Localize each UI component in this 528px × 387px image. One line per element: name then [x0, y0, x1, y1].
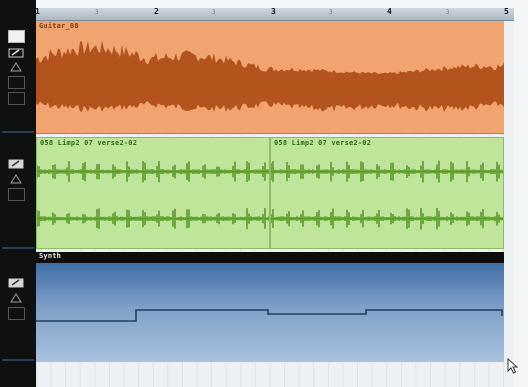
track-select-square-icon[interactable] [8, 30, 25, 43]
track-toggle-square-icon[interactable] [7, 60, 26, 74]
arrange-window: 1 3 2 3 3 3 4 3 5 Guitar_08 058 Limp2 07… [0, 0, 528, 387]
track-separator [2, 247, 34, 249]
track-edit-icon[interactable] [7, 46, 26, 60]
track-toggle-square-icon[interactable] [8, 76, 25, 89]
track-edit-icon[interactable] [7, 276, 26, 290]
track-toggle-square-icon[interactable] [7, 172, 26, 186]
track-toggle-square-icon[interactable] [8, 188, 25, 201]
mouse-cursor-icon [507, 358, 519, 374]
track-header-footer [0, 366, 36, 387]
track-edit-icon[interactable] [7, 157, 26, 171]
track-separator [2, 131, 34, 133]
synth-automation-line [36, 309, 503, 322]
guitar-waveform [36, 40, 504, 112]
track-toggle-square-icon[interactable] [8, 92, 25, 105]
track-separator [2, 359, 34, 361]
loop-waveform [37, 161, 269, 230]
audio-clip-loop-1[interactable]: 058 Limp2 07 verse2-02 [36, 137, 270, 249]
track-toggle-square-icon[interactable] [7, 291, 26, 305]
ruler-bar-number: 4 [387, 7, 392, 16]
track-toggle-square-icon[interactable] [8, 307, 25, 320]
audio-clip-loop-2[interactable]: 058 Limp2 07 verse2-02 [270, 137, 504, 249]
ruler-beat-number: 3 [446, 9, 450, 16]
ruler-beat-number: 3 [329, 9, 333, 16]
loop-waveform [271, 160, 503, 230]
audio-clip-guitar[interactable]: Guitar_08 [36, 21, 504, 134]
ruler-beat-number: 3 [95, 9, 99, 16]
clip-name: Synth [39, 252, 62, 260]
ruler-bar-number: 1 [35, 7, 40, 16]
ruler-bar-number: 3 [271, 7, 276, 16]
ruler-bar-number: 5 [504, 7, 509, 16]
track-header-column [0, 0, 36, 387]
ruler-bar-number: 2 [154, 7, 159, 16]
ruler-beat-number: 3 [212, 9, 216, 16]
midi-clip-synth-header[interactable]: Synth [36, 252, 504, 263]
midi-clip-synth[interactable] [36, 263, 504, 362]
timeline-ruler[interactable]: 1 3 2 3 3 3 4 3 5 [35, 7, 514, 21]
